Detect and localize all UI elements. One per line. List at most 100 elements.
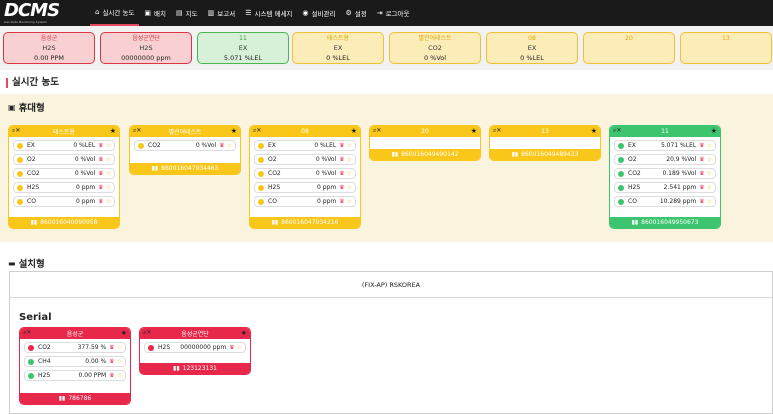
gas-name: H2S xyxy=(158,344,171,351)
favorite-icon[interactable]: ☆ xyxy=(347,184,352,191)
status-gas: H2S xyxy=(139,44,153,52)
favorite-icon[interactable]: ☆ xyxy=(237,344,242,351)
alarm-icon[interactable]: ♛ xyxy=(339,142,344,149)
status-card[interactable]: 11 EX 5.071 %LEL xyxy=(197,32,289,64)
search-tools-icon[interactable]: ⌕✕ xyxy=(133,127,141,135)
alarm-icon[interactable]: ♛ xyxy=(339,170,344,177)
device-id-icon: ▮▮ xyxy=(631,219,639,226)
gas-value: 0 %Vol xyxy=(315,156,337,163)
sensor-card[interactable]: ⌕✕ 별관어테스트 ★ CO2 0 %Vol ♛ ☆ ▮▮ 860016047934463 xyxy=(129,125,241,175)
favorite-icon[interactable]: ☆ xyxy=(347,156,352,163)
star-icon[interactable]: ★ xyxy=(351,127,357,135)
device-id: 860016047934463 xyxy=(161,165,219,172)
favorite-icon[interactable]: ☆ xyxy=(347,142,352,149)
favorite-icon[interactable]: ☆ xyxy=(106,142,111,149)
favorite-icon[interactable]: ☆ xyxy=(707,184,712,191)
alarm-icon[interactable]: ♛ xyxy=(339,184,344,191)
star-icon[interactable]: ★ xyxy=(231,127,237,135)
favorite-icon[interactable]: ☆ xyxy=(117,358,122,365)
sensor-row: O2 20.9 %Vol ♛ ☆ xyxy=(614,154,716,165)
favorite-icon[interactable]: ☆ xyxy=(227,142,232,149)
star-icon[interactable]: ★ xyxy=(591,127,597,135)
device-id: 860016049950673 xyxy=(641,219,699,226)
status-card[interactable]: 음성군 H2S 0.00 PPM xyxy=(3,32,95,64)
favorite-icon[interactable]: ☆ xyxy=(117,344,122,351)
status-card[interactable]: 08 EX 0 %LEL xyxy=(486,32,578,64)
search-tools-icon[interactable]: ⌕✕ xyxy=(143,329,151,337)
status-dot xyxy=(28,372,34,379)
alarm-icon[interactable]: ♛ xyxy=(219,142,224,149)
search-tools-icon[interactable]: ⌕✕ xyxy=(12,127,20,135)
favorite-icon[interactable]: ☆ xyxy=(347,170,352,177)
monitor-icon: ▬ xyxy=(8,258,16,268)
alarm-icon[interactable]: ♛ xyxy=(229,344,234,351)
nav-item-4[interactable]: ☰ 시스템 메세지 xyxy=(240,0,297,26)
gear-icon: ⚙ xyxy=(345,9,352,17)
alarm-icon[interactable]: ♛ xyxy=(699,198,704,205)
star-icon[interactable]: ★ xyxy=(711,127,717,135)
gas-value: 0 ppm xyxy=(76,198,96,205)
alarm-icon[interactable]: ♛ xyxy=(339,198,344,205)
nav-item-3[interactable]: ▥ 보고서 xyxy=(203,0,241,26)
alarm-icon[interactable]: ♛ xyxy=(699,170,704,177)
alarm-icon[interactable]: ♛ xyxy=(699,156,704,163)
favorite-icon[interactable]: ☆ xyxy=(707,142,712,149)
nav-item-6[interactable]: ⚙ 설정 xyxy=(340,0,371,26)
sensor-card[interactable]: ⌕✕ 08 ★ EX 0 %LEL ♛ ☆ O2 0 %Vol ♛ ☆ CO2 0 %Vol ♛ ☆ H2S 0… xyxy=(249,125,361,229)
search-tools-icon[interactable]: ⌕✕ xyxy=(23,329,31,337)
favorite-icon[interactable]: ☆ xyxy=(347,198,352,205)
alarm-icon[interactable]: ♛ xyxy=(699,184,704,191)
nav-item-1[interactable]: ▣ 배치 xyxy=(139,0,171,26)
favorite-icon[interactable]: ☆ xyxy=(106,198,111,205)
nav-item-5[interactable]: ◉ 설비관리 xyxy=(297,0,340,26)
sensor-card[interactable]: ⌕✕ 20 ★ ▮▮ 860016049490142 xyxy=(369,125,481,161)
gas-name: CO xyxy=(628,198,637,205)
alarm-icon[interactable]: ♛ xyxy=(109,358,114,365)
star-icon[interactable]: ★ xyxy=(471,127,477,135)
star-icon[interactable]: ★ xyxy=(110,127,116,135)
gas-value: 5.071 %LEL xyxy=(660,142,697,149)
search-tools-icon[interactable]: ⌕✕ xyxy=(373,127,381,135)
search-tools-icon[interactable]: ⌕✕ xyxy=(613,127,621,135)
sensor-card[interactable]: ⌕✕ 11 ★ EX 5.071 %LEL ♛ ☆ O2 20.9 %Vol ♛ ☆ CO2 0.189… xyxy=(609,125,721,229)
alarm-icon[interactable]: ♛ xyxy=(98,142,103,149)
alarm-icon[interactable]: ♛ xyxy=(98,170,103,177)
star-icon[interactable]: ★ xyxy=(241,329,247,337)
gas-name: EX xyxy=(268,142,276,149)
nav-item-0[interactable]: ⌂ 실시간 농도 xyxy=(90,0,140,26)
star-icon[interactable]: ★ xyxy=(121,329,127,337)
gas-name: O2 xyxy=(268,156,277,163)
alarm-icon[interactable]: ♛ xyxy=(109,344,114,351)
favorite-icon[interactable]: ☆ xyxy=(106,156,111,163)
search-tools-icon[interactable]: ⌕✕ xyxy=(493,127,501,135)
nav-item-2[interactable]: ▤ 지도 xyxy=(171,0,203,26)
gas-value: 20.9 %Vol xyxy=(666,156,697,163)
status-card[interactable]: 13 xyxy=(680,32,772,64)
status-card[interactable]: 별관어테스트 CO2 0 %Vol xyxy=(389,32,481,64)
favorite-icon[interactable]: ☆ xyxy=(117,372,122,379)
alarm-icon[interactable]: ♛ xyxy=(339,156,344,163)
status-card[interactable]: 음성군연단 H2S 00000000 ppm xyxy=(100,32,192,64)
card-header: ⌕✕ 11 ★ xyxy=(610,126,720,137)
alarm-icon[interactable]: ♛ xyxy=(98,184,103,191)
logo[interactable]: DCMS Gas Data Monitoring System xyxy=(0,0,90,26)
favorite-icon[interactable]: ☆ xyxy=(707,156,712,163)
favorite-icon[interactable]: ☆ xyxy=(106,184,111,191)
sensor-card[interactable]: ⌕✕ 음성군 ★ CO2 377.59 % ♛ ☆ CH4 0.00 % ♛ ☆ H2S 0.00 PP… xyxy=(19,327,131,405)
favorite-icon[interactable]: ☆ xyxy=(707,198,712,205)
alarm-icon[interactable]: ♛ xyxy=(699,142,704,149)
alarm-icon[interactable]: ♛ xyxy=(109,372,114,379)
sensor-card[interactable]: ⌕✕ 테스트용 ★ EX 0 %LEL ♛ ☆ O2 0 %Vol ♛ ☆ CO2 0 %Vol ♛ ☆ H2… xyxy=(8,125,120,229)
alarm-icon[interactable]: ♛ xyxy=(98,156,103,163)
favorite-icon[interactable]: ☆ xyxy=(707,170,712,177)
search-tools-icon[interactable]: ⌕✕ xyxy=(253,127,261,135)
card-body: EX 0 %LEL ♛ ☆ O2 0 %Vol ♛ ☆ CO2 0 %Vol ♛ ☆ H2S 0 ppm ♛… xyxy=(9,137,119,212)
nav-item-7[interactable]: ⇥ 로그아웃 xyxy=(372,0,415,26)
sensor-card[interactable]: ⌕✕ 13 ★ ▮▮ 860016049489433 xyxy=(489,125,601,161)
alarm-icon[interactable]: ♛ xyxy=(98,198,103,205)
favorite-icon[interactable]: ☆ xyxy=(106,170,111,177)
status-card[interactable]: 20 xyxy=(583,32,675,64)
status-card[interactable]: 테스트용 EX 0 %LEL xyxy=(292,32,384,64)
sensor-card[interactable]: ⌕✕ 음성군연단 ★ H2S 00000000 ppm ♛ ☆ ▮▮ 123123131 xyxy=(139,327,251,375)
card-header: ⌕✕ 13 ★ xyxy=(490,126,600,137)
